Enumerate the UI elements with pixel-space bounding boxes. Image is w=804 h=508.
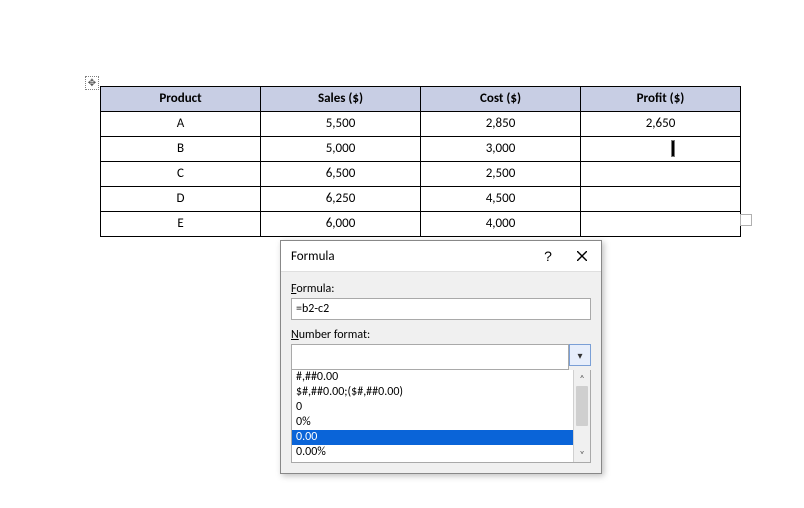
- number-format-option[interactable]: 0.00%: [292, 445, 573, 460]
- number-format-scrollbar[interactable]: ˄ ˅: [573, 370, 590, 462]
- scroll-track[interactable]: [574, 386, 590, 446]
- product-table: Product Sales ($) Cost ($) Profit ($) A …: [100, 86, 741, 237]
- col-header-sales[interactable]: Sales ($): [261, 87, 421, 112]
- number-format-option[interactable]: 0%: [292, 415, 573, 430]
- chevron-up-icon: ˄: [579, 372, 584, 385]
- dialog-title: Formula: [291, 249, 531, 264]
- number-format-option[interactable]: $#,##0.00;($#,##0.00): [292, 385, 573, 400]
- number-format-input[interactable]: [291, 344, 569, 370]
- number-format-option[interactable]: 0: [292, 400, 573, 415]
- dialog-titlebar[interactable]: Formula ?: [281, 241, 601, 272]
- cell-cost[interactable]: 2,500: [421, 162, 581, 187]
- cell-sales[interactable]: 5,500: [261, 112, 421, 137]
- move-anchor-icon: ✥: [88, 78, 96, 88]
- number-format-label: Number format:: [291, 328, 591, 342]
- formula-label: Formula:: [291, 282, 591, 296]
- chevron-down-icon: ▾: [577, 349, 582, 362]
- dialog-help-button[interactable]: ?: [531, 242, 565, 270]
- number-format-list: #,##0.00$#,##0.00;($#,##0.00)00%0.000.00…: [291, 370, 591, 463]
- close-icon: [577, 251, 587, 261]
- table-move-anchor[interactable]: ✥: [85, 76, 99, 90]
- col-header-cost[interactable]: Cost ($): [421, 87, 581, 112]
- cell-profit-active[interactable]: [581, 137, 741, 162]
- cell-profit[interactable]: [581, 212, 741, 237]
- number-format-option[interactable]: 0.00: [292, 430, 573, 445]
- table-resize-handle[interactable]: [740, 214, 752, 226]
- cell-profit[interactable]: [581, 162, 741, 187]
- col-header-profit[interactable]: Profit ($): [581, 87, 741, 112]
- number-format-dropdown-button[interactable]: ▾: [569, 344, 591, 366]
- cell-profit[interactable]: [581, 187, 741, 212]
- cell-profit[interactable]: 2,650: [581, 112, 741, 137]
- cell-cost[interactable]: 4,500: [421, 187, 581, 212]
- table-row: D 6,250 4,500: [101, 187, 741, 212]
- formula-dialog: Formula ? Formula: Number format: ▾: [280, 240, 602, 474]
- cell-sales[interactable]: 6,250: [261, 187, 421, 212]
- table-row: E 6,000 4,000: [101, 212, 741, 237]
- scroll-down-button[interactable]: ˅: [574, 446, 590, 462]
- formula-input[interactable]: [291, 298, 591, 320]
- cell-cost[interactable]: 3,000: [421, 137, 581, 162]
- chevron-down-icon: ˅: [579, 448, 584, 461]
- table-row: B 5,000 3,000: [101, 137, 741, 162]
- cell-product[interactable]: B: [101, 137, 261, 162]
- cell-cost[interactable]: 4,000: [421, 212, 581, 237]
- cell-product[interactable]: A: [101, 112, 261, 137]
- cell-cost[interactable]: 2,850: [421, 112, 581, 137]
- table-row: C 6,500 2,500: [101, 162, 741, 187]
- cell-product[interactable]: D: [101, 187, 261, 212]
- text-cursor: [671, 140, 675, 157]
- number-format-option[interactable]: #,##0.00: [292, 370, 573, 385]
- scroll-thumb[interactable]: [576, 386, 588, 426]
- scroll-up-button[interactable]: ˄: [574, 370, 590, 386]
- help-icon: ?: [544, 248, 552, 264]
- table-header-row: Product Sales ($) Cost ($) Profit ($): [101, 87, 741, 112]
- cell-sales[interactable]: 6,500: [261, 162, 421, 187]
- dialog-close-button[interactable]: [565, 242, 599, 270]
- cell-sales[interactable]: 6,000: [261, 212, 421, 237]
- cell-product[interactable]: E: [101, 212, 261, 237]
- col-header-product[interactable]: Product: [101, 87, 261, 112]
- cell-sales[interactable]: 5,000: [261, 137, 421, 162]
- cell-product[interactable]: C: [101, 162, 261, 187]
- table-row: A 5,500 2,850 2,650: [101, 112, 741, 137]
